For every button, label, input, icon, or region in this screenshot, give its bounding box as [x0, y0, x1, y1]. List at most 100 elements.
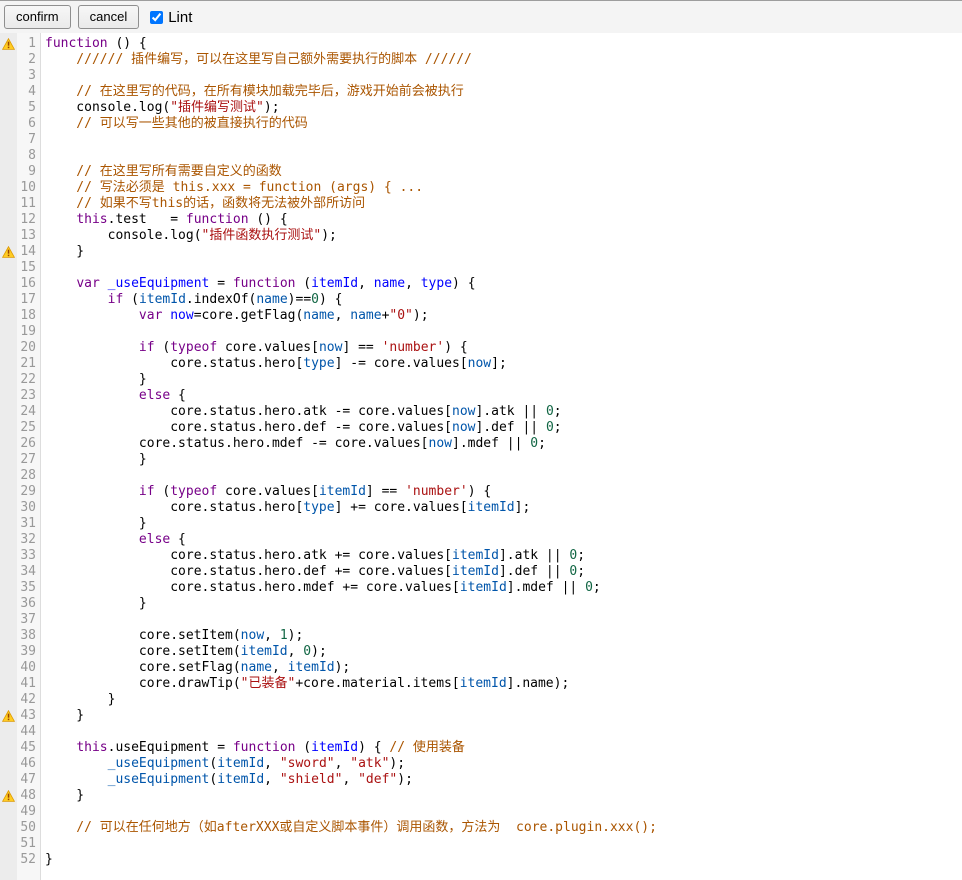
- code-line[interactable]: 52}: [0, 852, 962, 868]
- code-line[interactable]: 3: [0, 68, 962, 84]
- code-line[interactable]: 23 else {: [0, 388, 962, 404]
- code-line[interactable]: 41 core.drawTip("已装备"+core.material.item…: [0, 676, 962, 692]
- code-text: // 在这里写所有需要自定义的函数: [40, 164, 282, 180]
- code-line[interactable]: 5 console.log("插件编写测试");: [0, 100, 962, 116]
- code-line[interactable]: 45 this.useEquipment = function (itemId)…: [0, 740, 962, 756]
- code-line[interactable]: 49: [0, 804, 962, 820]
- code-line[interactable]: 47 _useEquipment(itemId, "shield", "def"…: [0, 772, 962, 788]
- code-line[interactable]: 40 core.setFlag(name, itemId);: [0, 660, 962, 676]
- lint-toggle[interactable]: Lint: [150, 9, 192, 26]
- line-number: 46: [17, 756, 40, 772]
- code-line[interactable]: 32 else {: [0, 532, 962, 548]
- lint-marker-cell: [0, 340, 17, 356]
- line-number: 24: [17, 404, 40, 420]
- lint-marker-cell: [0, 228, 17, 244]
- code-line[interactable]: 4 // 在这里写的代码，在所有模块加载完毕后，游戏开始前会被执行: [0, 84, 962, 100]
- code-line[interactable]: 25 core.status.hero.def -= core.values[n…: [0, 420, 962, 436]
- code-text: this.useEquipment = function (itemId) { …: [40, 740, 465, 756]
- code-text: ////// 插件编写，可以在这里写自己额外需要执行的脚本 //////: [40, 52, 472, 68]
- code-line[interactable]: 13 console.log("插件函数执行测试");: [0, 228, 962, 244]
- cancel-button[interactable]: cancel: [78, 5, 140, 29]
- code-line[interactable]: 46 _useEquipment(itemId, "sword", "atk")…: [0, 756, 962, 772]
- line-number: 7: [17, 132, 40, 148]
- lint-marker-cell: [0, 772, 17, 788]
- code-line[interactable]: 9 // 在这里写所有需要自定义的函数: [0, 164, 962, 180]
- code-line[interactable]: 44: [0, 724, 962, 740]
- code-line[interactable]: 14 }: [0, 244, 962, 260]
- code-text: core.status.hero.mdef -= core.values[now…: [40, 436, 546, 452]
- code-line[interactable]: 28: [0, 468, 962, 484]
- lint-marker-cell: [0, 660, 17, 676]
- lint-warning-icon: [0, 788, 17, 804]
- code-line[interactable]: 12 this.test = function () {: [0, 212, 962, 228]
- code-line[interactable]: 27 }: [0, 452, 962, 468]
- code-line[interactable]: 31 }: [0, 516, 962, 532]
- code-line[interactable]: 22 }: [0, 372, 962, 388]
- line-number: 6: [17, 116, 40, 132]
- code-text: [40, 804, 45, 820]
- code-text: // 可以在任何地方（如afterXXX或自定义脚本事件）调用函数，方法为 co…: [40, 820, 657, 836]
- code-text: var _useEquipment = function (itemId, na…: [40, 276, 476, 292]
- code-text: [40, 836, 45, 852]
- code-text: }: [40, 372, 147, 388]
- code-line[interactable]: 1function () {: [0, 36, 962, 52]
- code-text: this.test = function () {: [40, 212, 288, 228]
- code-line[interactable]: 18 var now=core.getFlag(name, name+"0");: [0, 308, 962, 324]
- code-line[interactable]: 51: [0, 836, 962, 852]
- lint-marker-cell: [0, 180, 17, 196]
- code-line[interactable]: 36 }: [0, 596, 962, 612]
- code-text: core.status.hero[type] -= core.values[no…: [40, 356, 507, 372]
- line-number: 17: [17, 292, 40, 308]
- line-number: 8: [17, 148, 40, 164]
- code-line[interactable]: 8: [0, 148, 962, 164]
- code-line[interactable]: 29 if (typeof core.values[itemId] == 'nu…: [0, 484, 962, 500]
- code-text: [40, 148, 45, 164]
- line-number: 16: [17, 276, 40, 292]
- code-line[interactable]: 20 if (typeof core.values[now] == 'numbe…: [0, 340, 962, 356]
- code-line[interactable]: 37: [0, 612, 962, 628]
- code-line[interactable]: 7: [0, 132, 962, 148]
- lint-marker-cell: [0, 292, 17, 308]
- lint-marker-cell: [0, 212, 17, 228]
- line-number: 18: [17, 308, 40, 324]
- code-line[interactable]: 26 core.status.hero.mdef -= core.values[…: [0, 436, 962, 452]
- lint-checkbox[interactable]: [150, 11, 163, 24]
- code-line[interactable]: 48 }: [0, 788, 962, 804]
- line-number: 40: [17, 660, 40, 676]
- line-number: 29: [17, 484, 40, 500]
- lint-marker-cell: [0, 308, 17, 324]
- code-line[interactable]: 43 }: [0, 708, 962, 724]
- code-text: [40, 612, 45, 628]
- code-text: core.drawTip("已装备"+core.material.items[i…: [40, 676, 569, 692]
- code-line[interactable]: 30 core.status.hero[type] += core.values…: [0, 500, 962, 516]
- code-line[interactable]: 35 core.status.hero.mdef += core.values[…: [0, 580, 962, 596]
- code-text: core.status.hero.def -= core.values[now]…: [40, 420, 562, 436]
- code-line[interactable]: 24 core.status.hero.atk -= core.values[n…: [0, 404, 962, 420]
- line-number: 9: [17, 164, 40, 180]
- code-line[interactable]: 42 }: [0, 692, 962, 708]
- code-line[interactable]: 34 core.status.hero.def += core.values[i…: [0, 564, 962, 580]
- lint-warning-icon: [0, 708, 17, 724]
- line-number: 37: [17, 612, 40, 628]
- code-line[interactable]: 11 // 如果不写this的话，函数将无法被外部所访问: [0, 196, 962, 212]
- code-line[interactable]: 16 var _useEquipment = function (itemId,…: [0, 276, 962, 292]
- code-line[interactable]: 33 core.status.hero.atk += core.values[i…: [0, 548, 962, 564]
- code-line[interactable]: 38 core.setItem(now, 1);: [0, 628, 962, 644]
- code-text: core.status.hero.atk += core.values[item…: [40, 548, 585, 564]
- code-line[interactable]: 17 if (itemId.indexOf(name)==0) {: [0, 292, 962, 308]
- line-number: 45: [17, 740, 40, 756]
- code-editor[interactable]: 1function () {2 ////// 插件编写，可以在这里写自己额外需要…: [0, 33, 962, 880]
- code-line[interactable]: 2 ////// 插件编写，可以在这里写自己额外需要执行的脚本 //////: [0, 52, 962, 68]
- code-line[interactable]: 19: [0, 324, 962, 340]
- code-line[interactable]: 6 // 可以写一些其他的被直接执行的代码: [0, 116, 962, 132]
- code-text: }: [40, 596, 147, 612]
- code-line[interactable]: 15: [0, 260, 962, 276]
- code-line[interactable]: 21 core.status.hero[type] -= core.values…: [0, 356, 962, 372]
- confirm-button[interactable]: confirm: [4, 5, 71, 29]
- code-line[interactable]: 10 // 写法必须是 this.xxx = function (args) {…: [0, 180, 962, 196]
- code-line[interactable]: 50 // 可以在任何地方（如afterXXX或自定义脚本事件）调用函数，方法为…: [0, 820, 962, 836]
- lint-warning-icon: [0, 244, 17, 260]
- code-text: core.status.hero.mdef += core.values[ite…: [40, 580, 601, 596]
- code-line[interactable]: 39 core.setItem(itemId, 0);: [0, 644, 962, 660]
- line-number: 27: [17, 452, 40, 468]
